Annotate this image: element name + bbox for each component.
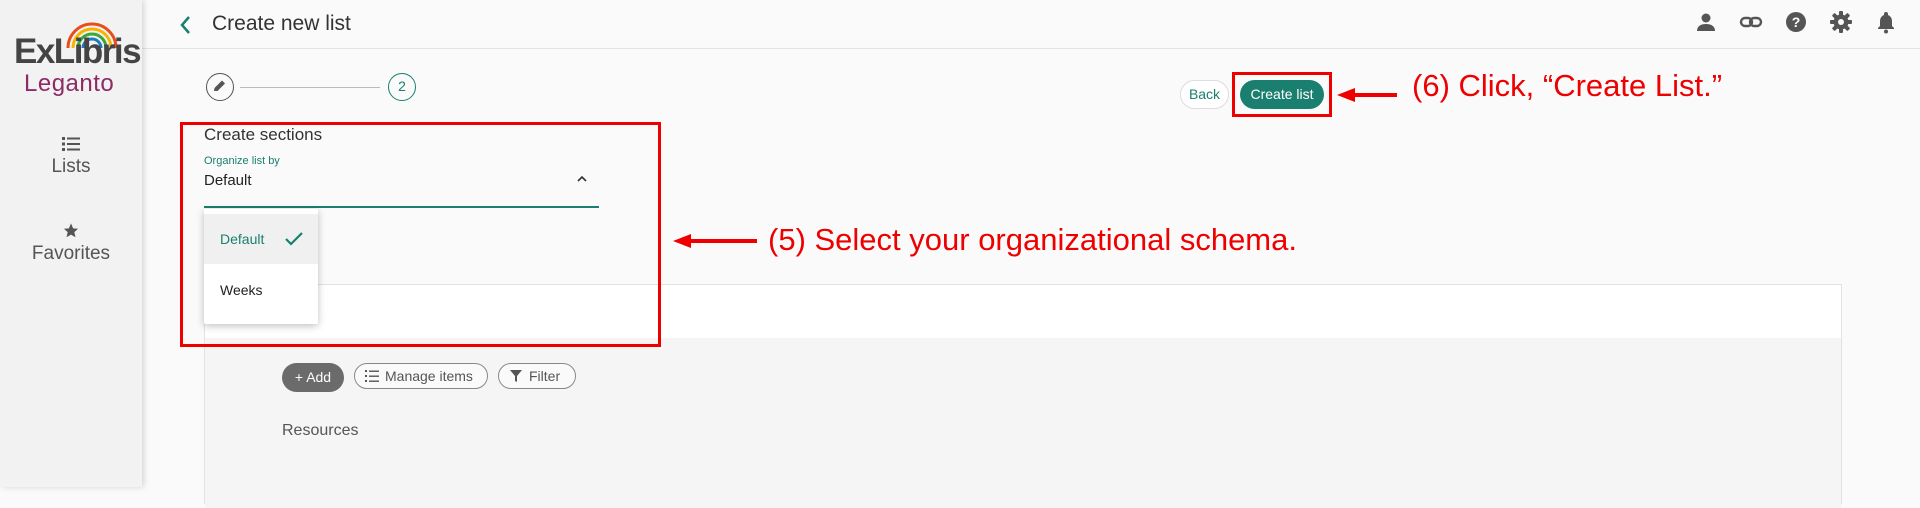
user-icon[interactable] bbox=[1694, 10, 1718, 34]
back-button[interactable]: Back bbox=[1180, 80, 1229, 109]
sidebar-item-label: Favorites bbox=[31, 243, 111, 264]
stepper: 2 bbox=[206, 73, 416, 103]
annotation-text-step-6: (6) Click, “Create List.” bbox=[1412, 68, 1723, 103]
exlibris-leganto-logo[interactable]: ExLibris Leganto bbox=[12, 18, 142, 97]
bell-icon[interactable] bbox=[1874, 10, 1898, 34]
gear-icon[interactable] bbox=[1829, 10, 1853, 34]
annotation-highlight-box-organize bbox=[180, 122, 661, 347]
chevron-left-icon[interactable] bbox=[178, 14, 192, 36]
sidebar: ExLibris Leganto Lists Favorites bbox=[0, 0, 142, 487]
manage-items-label: Manage items bbox=[385, 368, 473, 384]
star-icon bbox=[63, 223, 79, 238]
header-icons: ? bbox=[1694, 10, 1898, 34]
list-icon bbox=[62, 137, 80, 151]
plus-icon: + bbox=[294, 369, 304, 385]
step-1-indicator[interactable] bbox=[206, 73, 234, 101]
annotation-arrow-left-icon bbox=[673, 234, 757, 248]
stepper-connector bbox=[240, 87, 380, 88]
manage-items-button[interactable]: Manage items bbox=[354, 363, 488, 389]
resources-section-label: Resources bbox=[282, 422, 359, 439]
step-2-indicator[interactable]: 2 bbox=[388, 73, 416, 101]
manage-list-icon bbox=[365, 370, 379, 382]
annotation-text-step-5: (5) Select your organizational schema. bbox=[768, 222, 1297, 257]
logo-text-leganto: Leganto bbox=[24, 70, 115, 97]
pencil-icon bbox=[214, 80, 225, 91]
sidebar-item-favorites[interactable]: Favorites bbox=[0, 222, 142, 265]
add-button-label: Add bbox=[306, 369, 332, 385]
sidebar-item-label: Lists bbox=[51, 156, 91, 177]
svg-text:?: ? bbox=[1792, 14, 1801, 30]
help-icon[interactable]: ? bbox=[1784, 10, 1808, 34]
filter-label: Filter bbox=[529, 368, 561, 384]
logo-text-exlibris: ExLibris bbox=[14, 32, 142, 71]
page-title: Create new list bbox=[212, 12, 351, 35]
annotation-arrow-left-icon bbox=[1337, 88, 1397, 102]
filter-icon bbox=[510, 370, 522, 382]
link-icon[interactable] bbox=[1739, 10, 1763, 34]
annotation-highlight-box-create bbox=[1232, 72, 1332, 117]
filter-button[interactable]: Filter bbox=[498, 363, 576, 389]
sidebar-item-lists[interactable]: Lists bbox=[0, 136, 142, 178]
top-bar: Create new list ? bbox=[142, 0, 1920, 49]
add-button[interactable]: + Add bbox=[282, 363, 344, 392]
